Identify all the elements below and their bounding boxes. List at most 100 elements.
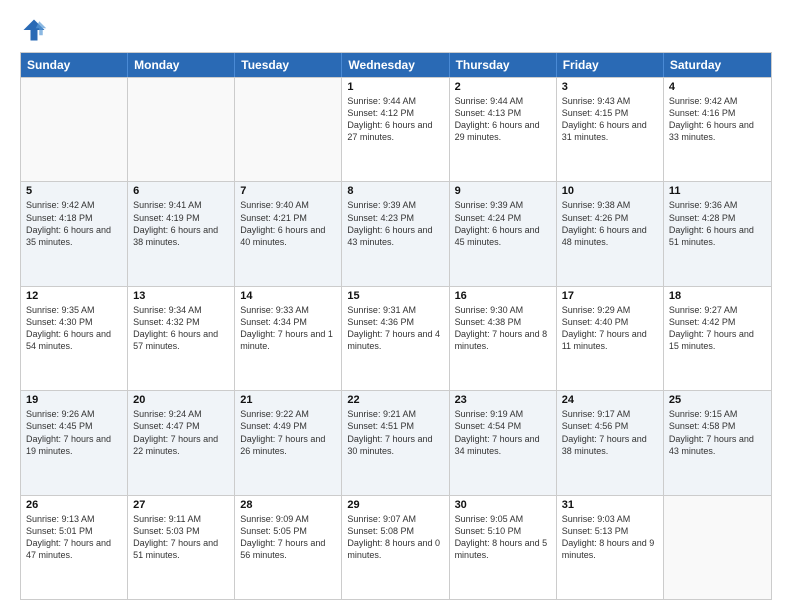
calendar-cell: 16 Sunrise: 9:30 AM Sunset: 4:38 PM Dayli… xyxy=(450,287,557,390)
calendar-header: SundayMondayTuesdayWednesdayThursdayFrid… xyxy=(21,53,771,77)
day-number: 5 xyxy=(26,185,122,197)
calendar-cell: 1 Sunrise: 9:44 AM Sunset: 4:12 PM Daylig… xyxy=(342,78,449,181)
calendar-cell: 8 Sunrise: 9:39 AM Sunset: 4:23 PM Daylig… xyxy=(342,182,449,285)
day-info: Sunrise: 9:22 AM Sunset: 4:49 PM Dayligh… xyxy=(240,408,336,457)
page: SundayMondayTuesdayWednesdayThursdayFrid… xyxy=(0,0,792,612)
calendar-week-row: 1 Sunrise: 9:44 AM Sunset: 4:12 PM Daylig… xyxy=(21,77,771,181)
day-number: 8 xyxy=(347,185,443,197)
calendar-cell: 13Sunrise: 9:34 AM Sunset: 4:32 PM Dayli… xyxy=(128,287,235,390)
day-info: Sunrise: 9:36 AM Sunset: 4:28 PM Dayligh… xyxy=(669,199,766,248)
day-info: Sunrise: 9:24 AM Sunset: 4:47 PM Dayligh… xyxy=(133,408,229,457)
calendar-cell: 6 Sunrise: 9:41 AM Sunset: 4:19 PM Daylig… xyxy=(128,182,235,285)
day-number: 23 xyxy=(455,394,551,406)
calendar-cell: 11 Sunrise: 9:36 AM Sunset: 4:28 PM Dayli… xyxy=(664,182,771,285)
day-info: Sunrise: 9:27 AM Sunset: 4:42 PM Dayligh… xyxy=(669,304,766,353)
day-of-week-header: Tuesday xyxy=(235,53,342,77)
day-of-week-header: Sunday xyxy=(21,53,128,77)
day-of-week-header: Thursday xyxy=(450,53,557,77)
day-info: Sunrise: 9:44 AM Sunset: 4:12 PM Dayligh… xyxy=(347,95,443,144)
day-number: 1 xyxy=(347,81,443,93)
calendar-week-row: 19 Sunrise: 9:26 AM Sunset: 4:45 PM Dayli… xyxy=(21,390,771,494)
calendar-cell: 5Sunrise: 9:42 AM Sunset: 4:18 PM Daylig… xyxy=(21,182,128,285)
logo xyxy=(20,16,52,44)
day-number: 12 xyxy=(26,290,122,302)
day-number: 19 xyxy=(26,394,122,406)
day-info: Sunrise: 9:39 AM Sunset: 4:24 PM Dayligh… xyxy=(455,199,551,248)
day-info: Sunrise: 9:15 AM Sunset: 4:58 PM Dayligh… xyxy=(669,408,766,457)
calendar-cell: 22 Sunrise: 9:21 AM Sunset: 4:51 PM Dayli… xyxy=(342,391,449,494)
day-number: 3 xyxy=(562,81,658,93)
day-info: Sunrise: 9:40 AM Sunset: 4:21 PM Dayligh… xyxy=(240,199,336,248)
day-number: 26 xyxy=(26,499,122,511)
calendar-cell: 24Sunrise: 9:17 AM Sunset: 4:56 PM Dayli… xyxy=(557,391,664,494)
day-number: 14 xyxy=(240,290,336,302)
day-number: 22 xyxy=(347,394,443,406)
calendar-cell xyxy=(664,496,771,599)
day-info: Sunrise: 9:11 AM Sunset: 5:03 PM Dayligh… xyxy=(133,513,229,562)
day-number: 4 xyxy=(669,81,766,93)
day-number: 15 xyxy=(347,290,443,302)
day-number: 28 xyxy=(240,499,336,511)
calendar-cell: 17 Sunrise: 9:29 AM Sunset: 4:40 PM Dayli… xyxy=(557,287,664,390)
day-number: 29 xyxy=(347,499,443,511)
day-number: 31 xyxy=(562,499,658,511)
calendar-cell: 9Sunrise: 9:39 AM Sunset: 4:24 PM Daylig… xyxy=(450,182,557,285)
day-number: 7 xyxy=(240,185,336,197)
day-info: Sunrise: 9:26 AM Sunset: 4:45 PM Dayligh… xyxy=(26,408,122,457)
calendar-cell: 18 Sunrise: 9:27 AM Sunset: 4:42 PM Dayli… xyxy=(664,287,771,390)
day-info: Sunrise: 9:34 AM Sunset: 4:32 PM Dayligh… xyxy=(133,304,229,353)
day-of-week-header: Wednesday xyxy=(342,53,449,77)
day-info: Sunrise: 9:21 AM Sunset: 4:51 PM Dayligh… xyxy=(347,408,443,457)
calendar-cell: 20Sunrise: 9:24 AM Sunset: 4:47 PM Dayli… xyxy=(128,391,235,494)
day-info: Sunrise: 9:29 AM Sunset: 4:40 PM Dayligh… xyxy=(562,304,658,353)
day-info: Sunrise: 9:44 AM Sunset: 4:13 PM Dayligh… xyxy=(455,95,551,144)
calendar-week-row: 26 Sunrise: 9:13 AM Sunset: 5:01 PM Dayli… xyxy=(21,495,771,599)
day-info: Sunrise: 9:19 AM Sunset: 4:54 PM Dayligh… xyxy=(455,408,551,457)
day-number: 10 xyxy=(562,185,658,197)
day-number: 30 xyxy=(455,499,551,511)
calendar-cell: 31 Sunrise: 9:03 AM Sunset: 5:13 PM Dayli… xyxy=(557,496,664,599)
day-info: Sunrise: 9:39 AM Sunset: 4:23 PM Dayligh… xyxy=(347,199,443,248)
day-info: Sunrise: 9:31 AM Sunset: 4:36 PM Dayligh… xyxy=(347,304,443,353)
calendar-cell: 7 Sunrise: 9:40 AM Sunset: 4:21 PM Daylig… xyxy=(235,182,342,285)
day-info: Sunrise: 9:09 AM Sunset: 5:05 PM Dayligh… xyxy=(240,513,336,562)
day-of-week-header: Monday xyxy=(128,53,235,77)
day-number: 18 xyxy=(669,290,766,302)
day-number: 17 xyxy=(562,290,658,302)
calendar-cell xyxy=(235,78,342,181)
day-number: 25 xyxy=(669,394,766,406)
calendar: SundayMondayTuesdayWednesdayThursdayFrid… xyxy=(20,52,772,600)
day-info: Sunrise: 9:38 AM Sunset: 4:26 PM Dayligh… xyxy=(562,199,658,248)
day-number: 24 xyxy=(562,394,658,406)
day-info: Sunrise: 9:03 AM Sunset: 5:13 PM Dayligh… xyxy=(562,513,658,562)
day-info: Sunrise: 9:13 AM Sunset: 5:01 PM Dayligh… xyxy=(26,513,122,562)
calendar-cell: 27 Sunrise: 9:11 AM Sunset: 5:03 PM Dayli… xyxy=(128,496,235,599)
day-info: Sunrise: 9:30 AM Sunset: 4:38 PM Dayligh… xyxy=(455,304,551,353)
day-info: Sunrise: 9:33 AM Sunset: 4:34 PM Dayligh… xyxy=(240,304,336,353)
calendar-cell: 10 Sunrise: 9:38 AM Sunset: 4:26 PM Dayli… xyxy=(557,182,664,285)
day-info: Sunrise: 9:43 AM Sunset: 4:15 PM Dayligh… xyxy=(562,95,658,144)
calendar-cell xyxy=(128,78,235,181)
header xyxy=(20,16,772,44)
day-number: 21 xyxy=(240,394,336,406)
day-number: 27 xyxy=(133,499,229,511)
day-info: Sunrise: 9:41 AM Sunset: 4:19 PM Dayligh… xyxy=(133,199,229,248)
day-number: 2 xyxy=(455,81,551,93)
calendar-cell: 14 Sunrise: 9:33 AM Sunset: 4:34 PM Dayli… xyxy=(235,287,342,390)
calendar-cell: 2 Sunrise: 9:44 AM Sunset: 4:13 PM Daylig… xyxy=(450,78,557,181)
calendar-cell: 15 Sunrise: 9:31 AM Sunset: 4:36 PM Dayli… xyxy=(342,287,449,390)
day-number: 11 xyxy=(669,185,766,197)
day-info: Sunrise: 9:42 AM Sunset: 4:16 PM Dayligh… xyxy=(669,95,766,144)
calendar-cell xyxy=(21,78,128,181)
day-number: 6 xyxy=(133,185,229,197)
calendar-cell: 19 Sunrise: 9:26 AM Sunset: 4:45 PM Dayli… xyxy=(21,391,128,494)
calendar-cell: 25 Sunrise: 9:15 AM Sunset: 4:58 PM Dayli… xyxy=(664,391,771,494)
calendar-cell: 23 Sunrise: 9:19 AM Sunset: 4:54 PM Dayli… xyxy=(450,391,557,494)
calendar-body: 1 Sunrise: 9:44 AM Sunset: 4:12 PM Daylig… xyxy=(21,77,771,599)
calendar-cell: 3 Sunrise: 9:43 AM Sunset: 4:15 PM Daylig… xyxy=(557,78,664,181)
calendar-cell: 29 Sunrise: 9:07 AM Sunset: 5:08 PM Dayli… xyxy=(342,496,449,599)
calendar-week-row: 12Sunrise: 9:35 AM Sunset: 4:30 PM Dayli… xyxy=(21,286,771,390)
day-info: Sunrise: 9:07 AM Sunset: 5:08 PM Dayligh… xyxy=(347,513,443,562)
day-number: 16 xyxy=(455,290,551,302)
calendar-week-row: 5Sunrise: 9:42 AM Sunset: 4:18 PM Daylig… xyxy=(21,181,771,285)
